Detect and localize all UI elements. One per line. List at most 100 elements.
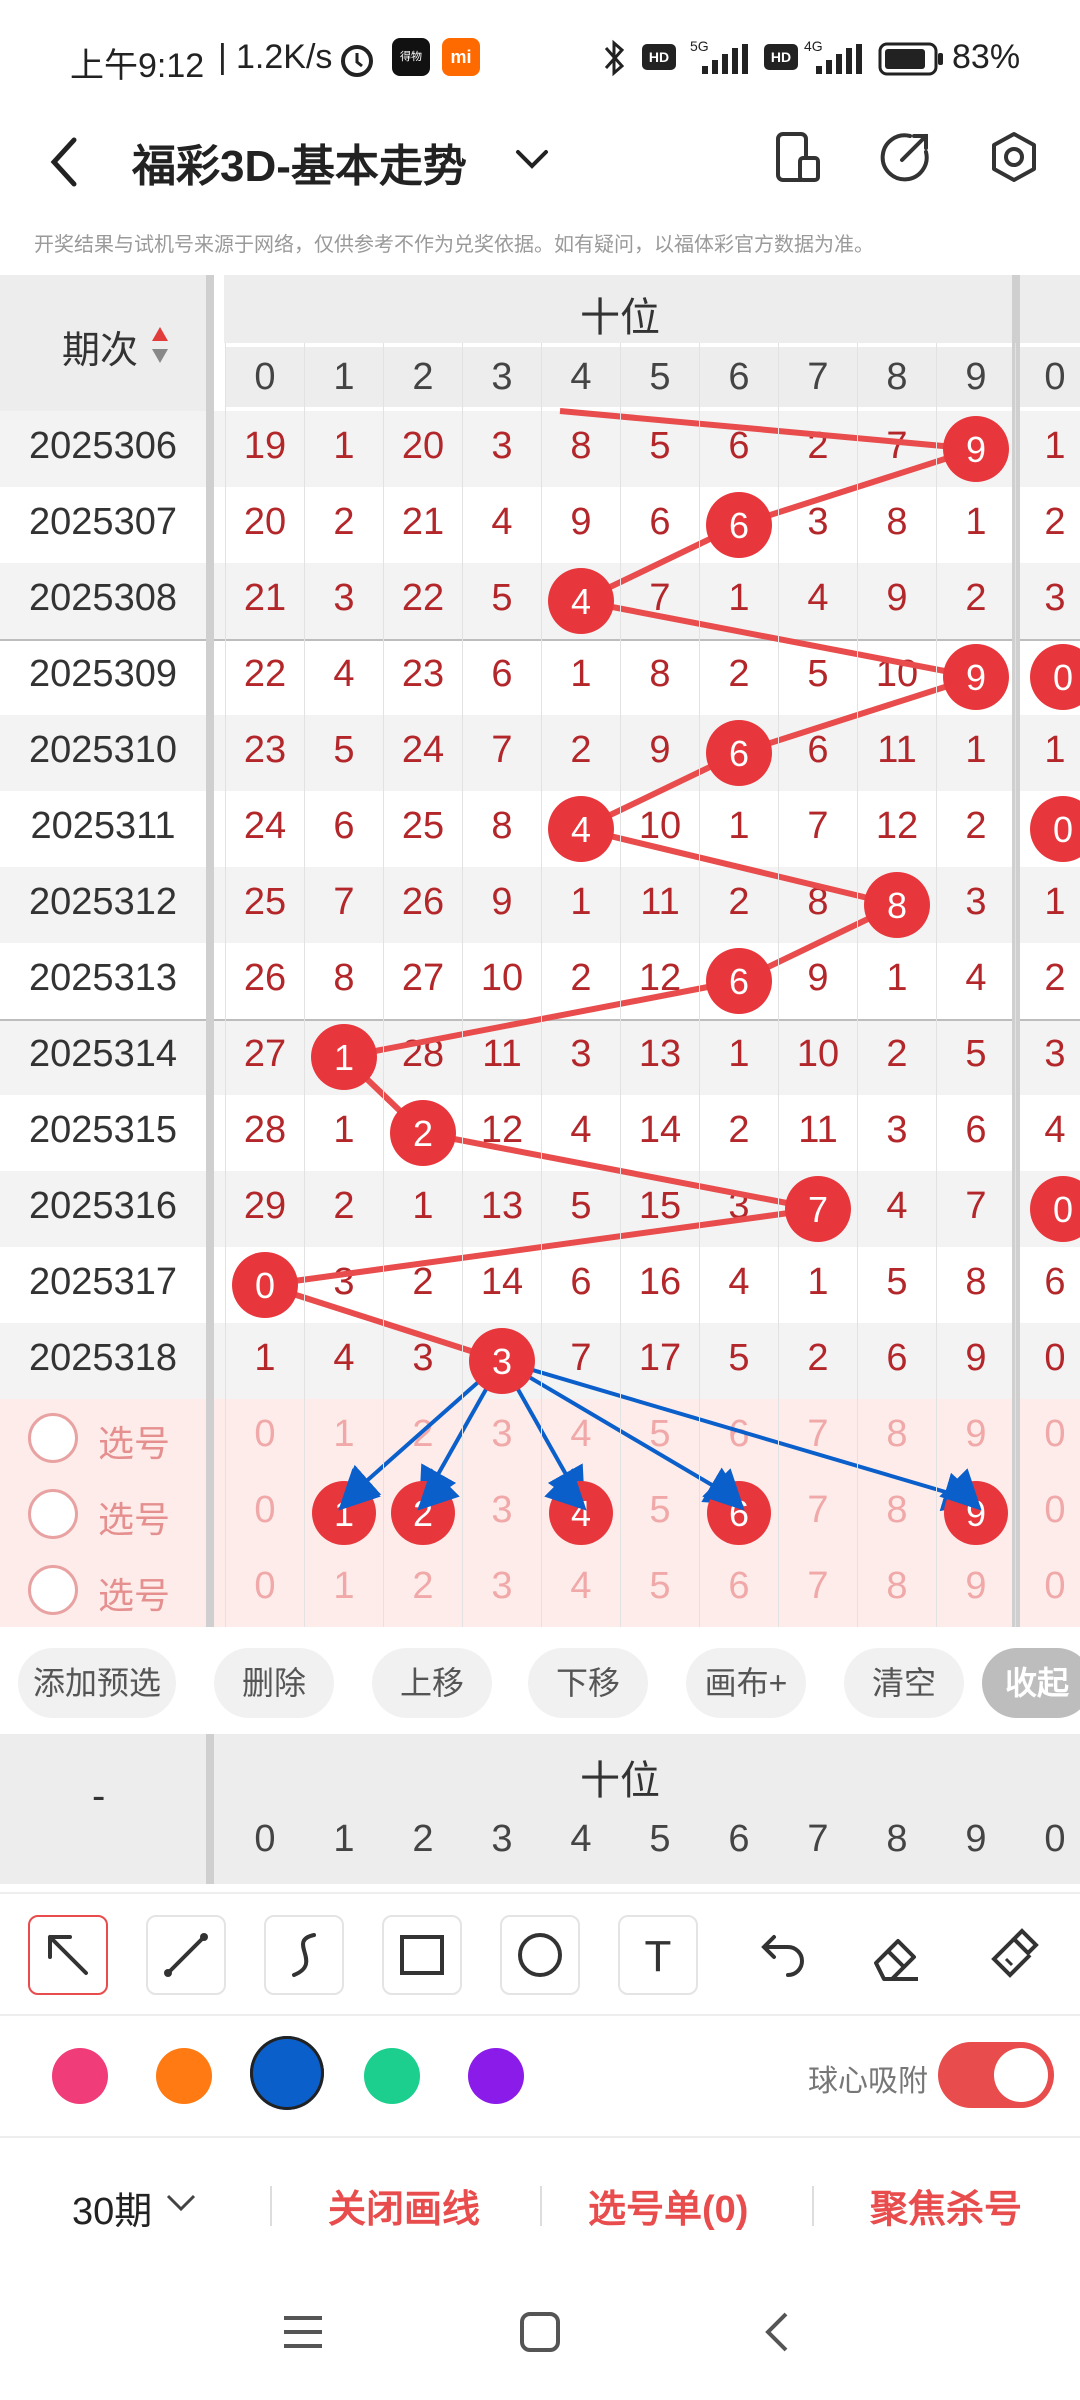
lower-digit-7: 7 [807,1818,829,1860]
hit-ball-number: 4 [571,581,591,622]
clear-button[interactable]: 清空 [844,1648,964,1718]
hit-ball-number: 4 [571,809,591,850]
chevron-down-icon[interactable] [514,144,550,174]
snap-toggle[interactable] [938,2042,1054,2108]
canvas-plus-button[interactable]: 画布+ [686,1648,806,1718]
lower-digit-1: 1 [333,1818,355,1860]
column-line [1015,343,1016,1627]
hit-ball-number: 6 [729,961,749,1002]
hit-ball-number: 7 [808,1189,828,1230]
share-icon[interactable] [880,130,932,182]
focus-kill-button[interactable]: 聚焦杀号 [870,2178,1022,2233]
divider [812,2186,814,2226]
clear-canvas-icon[interactable] [976,1917,1052,1993]
column-line [936,343,937,1627]
signal-icon-1 [702,44,748,74]
period-chevron-icon[interactable] [164,2190,198,2216]
column-line [225,343,226,1627]
lower-digit-9: 9 [965,1818,987,1860]
trend-segment [580,826,898,908]
color-orange[interactable] [156,2048,212,2104]
nav-back-icon[interactable] [760,2310,794,2354]
text-tool-glyph: T [645,1932,672,1981]
column-line [383,343,384,1627]
hit-ball-number: 6 [729,505,749,546]
mi-icon: mi [442,38,480,76]
divider [270,2186,272,2226]
data-source-notice: 开奖结果与试机号来源于网络，仅供参考不作为兑奖依据。如有疑问，以福体彩官方数据为… [34,234,874,256]
battery-percent: 83% [952,38,1021,76]
status-speed: 1.2K/s [236,38,333,76]
hd-badge-2: HD [764,44,798,70]
period-divider [206,275,214,1627]
period-count-select[interactable]: 30期 [72,2180,152,2235]
curve-tool-icon [292,1933,316,1977]
next-group-ball-number: 0 [1053,809,1073,850]
text-tool-icon: T [645,1932,672,1981]
group-divider [1012,275,1020,1627]
snap-toggle-knob[interactable] [994,2048,1048,2102]
move-down-button[interactable]: 下移 [528,1648,648,1718]
hd-badge-1: HD [642,44,676,70]
text-tool-button[interactable]: T [618,1915,698,1995]
lower-digit-8: 8 [886,1818,908,1860]
hit-ball-number: 1 [334,1037,354,1078]
color-blue-selected[interactable] [250,2036,324,2110]
eraser-tool-icon[interactable] [858,1917,934,1993]
divider [540,2186,542,2226]
hit-ball-number: 2 [413,1113,433,1154]
collapse-button[interactable]: 收起 [982,1648,1080,1718]
battery-icon [878,42,943,76]
lower-digit-4: 4 [570,1818,592,1860]
trend-line-overlay[interactable]: 96496486127030001 2 4 6 9 [0,275,1080,1635]
menu-icon[interactable] [280,2312,326,2352]
undo-tool-icon[interactable] [742,1917,818,1993]
column-line [778,343,779,1627]
add-preselect-button[interactable]: 添加预选 [18,1648,176,1718]
title-bar: 福彩3D-基本走势 [0,110,1080,230]
lower-digit-0: 0 [254,1818,276,1860]
arrow-tool-button[interactable] [28,1915,108,1995]
move-up-button[interactable]: 上移 [372,1648,492,1718]
circle-tool-icon [518,1933,562,1977]
line-tool-button[interactable] [146,1915,226,1995]
delete-button[interactable]: 删除 [214,1648,334,1718]
hit-ball-number: 8 [887,885,907,926]
column-line [304,343,305,1627]
trend-grid: 期次 十位 01234567890 2025306191203856279120… [0,275,1080,1635]
close-drawing-button[interactable]: 关闭画线 [328,2178,480,2233]
signal-icon-2 [816,44,862,74]
back-icon[interactable] [46,134,86,190]
column-line [462,343,463,1627]
column-line [857,343,858,1627]
settings-icon[interactable] [988,130,1040,186]
status-time: 上午9:12 [70,47,205,85]
device-icon[interactable] [774,130,822,186]
color-purple[interactable] [468,2048,524,2104]
arrow-tool-icon [48,1935,88,1975]
column-line [620,343,621,1627]
app-badge-icon: 得物 [392,38,430,76]
next-group-ball-number: 0 [1053,657,1073,698]
color-pink[interactable] [52,2048,108,2104]
rect-tool-button[interactable] [382,1915,462,1995]
page-title: 福彩3D-基本走势 [132,142,467,191]
lower-period-placeholder: - [92,1774,106,1818]
hit-ball-number: 6 [729,733,749,774]
curve-tool-button[interactable] [264,1915,344,1995]
next-group-ball-number: 0 [1053,1189,1073,1230]
hit-ball-number: 9 [966,657,986,698]
home-icon[interactable] [518,2310,562,2354]
column-line [699,343,700,1627]
lower-digit-2: 2 [412,1818,434,1860]
color-green[interactable] [364,2048,420,2104]
hit-ball-number: 9 [966,429,986,470]
lower-group-header: 十位 [580,1759,660,1803]
circle-tool-button[interactable] [500,1915,580,1995]
lower-digit-3: 3 [491,1818,513,1860]
app-badge-label: 得物 [400,51,422,63]
selection-list-button[interactable]: 选号单(0) [588,2178,748,2233]
lower-digit-10: 0 [1044,1818,1066,1860]
lower-grid-header: - 十位 0 1 2 3 4 5 6 7 8 9 0 [0,1734,1080,1884]
drawn-arrow [501,1359,984,1512]
